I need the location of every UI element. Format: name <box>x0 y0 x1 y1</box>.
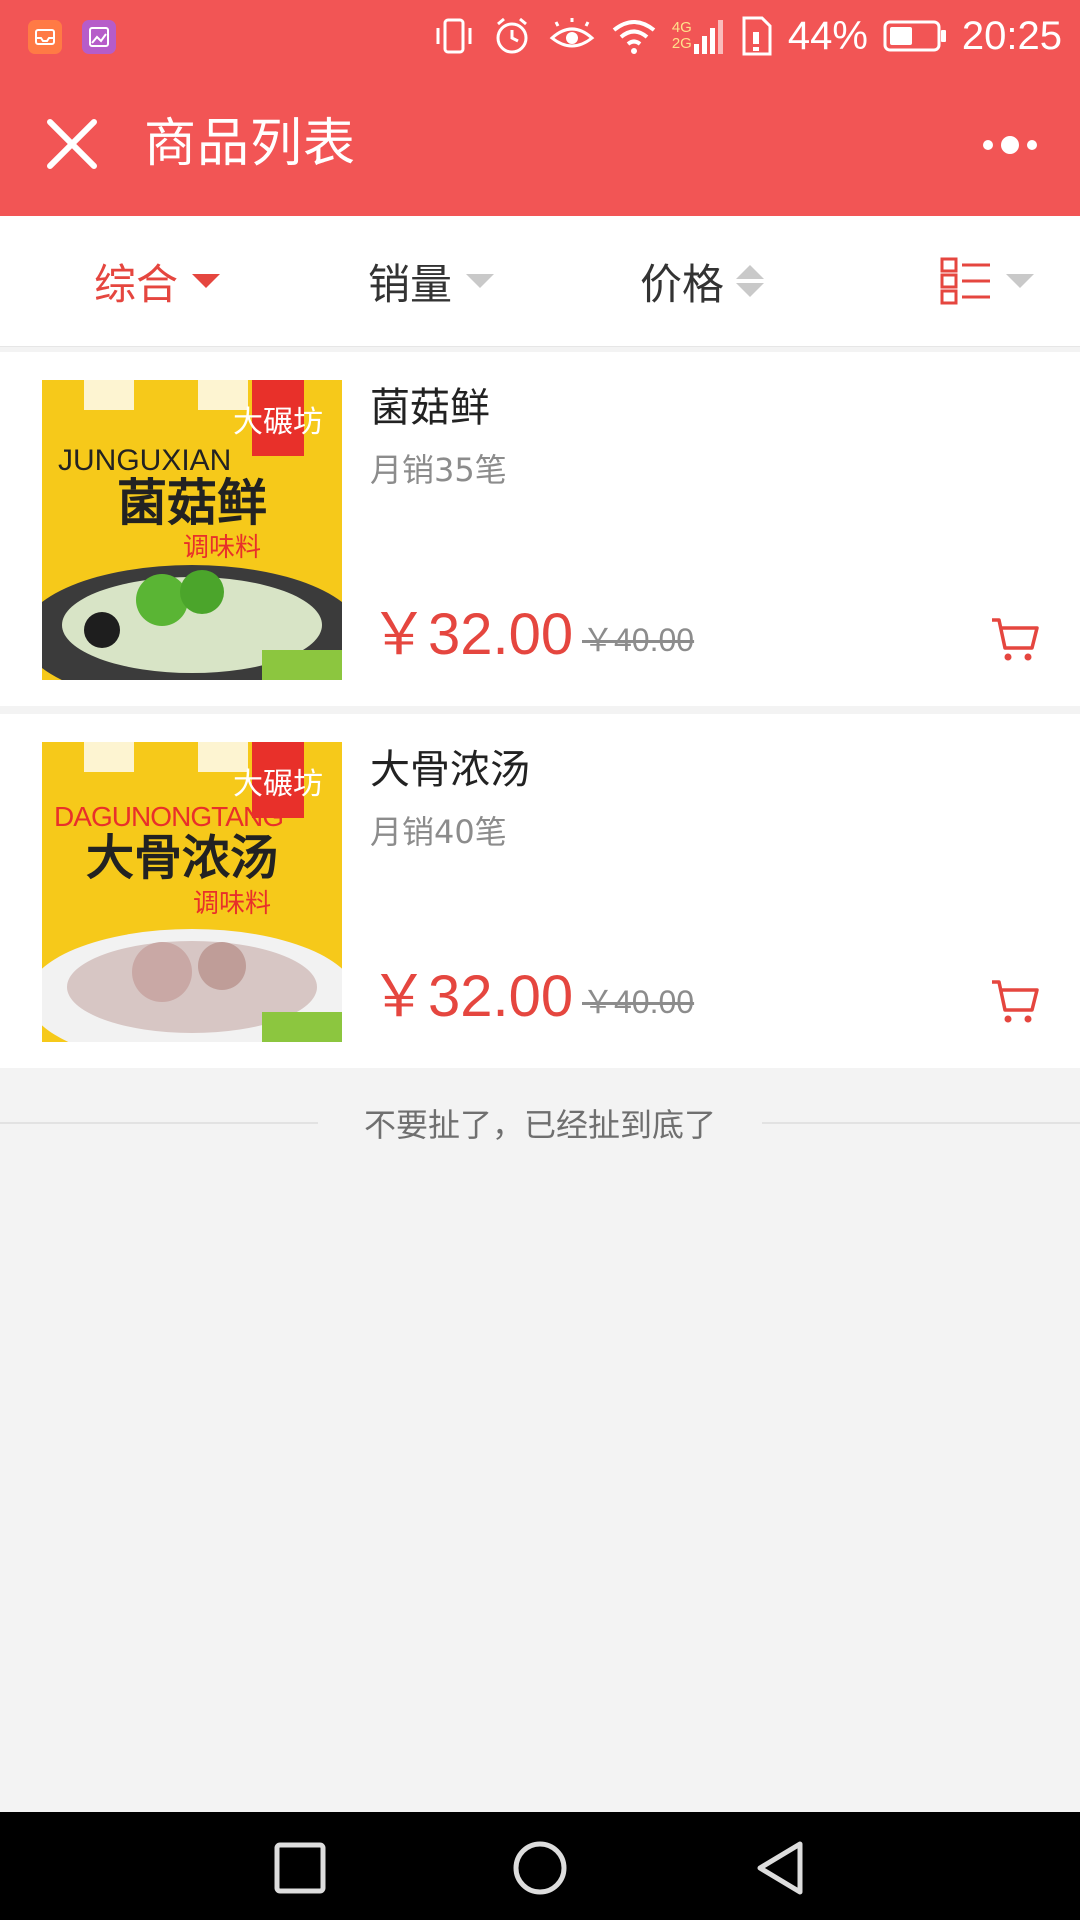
add-to-cart-button[interactable] <box>990 614 1040 664</box>
more-button[interactable] <box>980 130 1040 160</box>
product-name[interactable]: 菌菇鲜 <box>370 380 490 436</box>
network-2g-label: 2G <box>671 35 692 52</box>
list-view-icon <box>940 257 990 305</box>
product-item[interactable]: 大碾坊 DAGUNONGTANG 大骨浓汤 调味料 大骨浓汤 月销40笔 ￥32… <box>0 714 1080 1068</box>
product-price: ￥32.00 <box>370 964 574 1029</box>
home-button[interactable] <box>512 1840 568 1896</box>
product-image-sub: 调味料 <box>193 889 271 919</box>
battery-icon <box>883 20 946 52</box>
divider <box>762 1122 1080 1124</box>
wifi-icon <box>612 20 656 54</box>
product-monthly-sales: 月销35笔 <box>370 451 507 489</box>
add-to-cart-button[interactable] <box>990 976 1040 1026</box>
filter-comprehensive-label: 综合 <box>94 259 179 309</box>
caret-down-icon <box>466 274 495 288</box>
divider <box>0 1122 318 1124</box>
filter-comprehensive[interactable]: 综合 <box>94 216 221 346</box>
page-title: 商品列表 <box>144 114 357 174</box>
back-button[interactable] <box>752 1840 808 1896</box>
product-image[interactable]: 大碾坊 JUNGUXIAN 菌菇鲜 调味料 <box>42 380 342 680</box>
recent-apps-button[interactable] <box>272 1840 328 1896</box>
more-dots-icon <box>983 136 1037 154</box>
triangle-back-icon <box>757 1841 803 1895</box>
sort-icon <box>736 265 765 297</box>
square-icon <box>274 1842 326 1894</box>
list-end-text: 不要扯了，已经扯到底了 <box>364 1106 717 1144</box>
product-original-price: ￥40.00 <box>582 622 695 658</box>
product-monthly-sales: 月销40笔 <box>370 813 507 851</box>
filter-price-label: 价格 <box>640 259 725 309</box>
product-price: ￥32.00 <box>370 602 574 667</box>
circle-icon <box>513 1841 567 1895</box>
list-end-indicator: 不要扯了，已经扯到底了 <box>0 1080 1080 1166</box>
caret-down-icon <box>192 274 221 288</box>
product-list: 大碾坊 JUNGUXIAN 菌菇鲜 调味料 菌菇鲜 月销35笔 ￥32.00 ￥… <box>0 352 1080 1076</box>
filter-price[interactable]: 价格 <box>640 216 765 346</box>
product-image[interactable]: 大碾坊 DAGUNONGTANG 大骨浓汤 调味料 <box>42 742 342 1042</box>
caret-down-icon <box>1006 274 1034 288</box>
product-image-cn: 大骨浓汤 <box>86 830 278 886</box>
product-name[interactable]: 大骨浓汤 <box>370 742 530 798</box>
product-image-en: DAGUNONGTANG <box>54 801 284 832</box>
product-item[interactable]: 大碾坊 JUNGUXIAN 菌菇鲜 调味料 菌菇鲜 月销35笔 ￥32.00 ￥… <box>0 352 1080 706</box>
clock: 20:25 <box>961 13 1062 58</box>
close-button[interactable] <box>44 116 100 172</box>
network-type: 4G 2G <box>672 14 724 58</box>
cart-icon <box>992 618 1039 661</box>
status-bar: 4G 2G 44% 20:25 <box>0 0 1080 72</box>
title-bar: 商品列表 <box>0 72 1080 216</box>
product-image-sub: 调味料 <box>183 533 261 563</box>
network-4g-label: 4G <box>671 19 692 36</box>
alarm-icon <box>496 17 528 54</box>
filter-bar: 综合 销量 价格 <box>0 216 1080 347</box>
product-image-cn: 菌菇鲜 <box>117 474 267 532</box>
layout-toggle[interactable] <box>940 216 1034 346</box>
notification-app-icon <box>28 20 62 54</box>
close-icon <box>47 119 97 169</box>
signal-icon <box>693 20 723 54</box>
filter-sales-label: 销量 <box>368 259 453 309</box>
vibrate-icon <box>436 18 472 54</box>
battery-percentage: 44% <box>787 13 868 58</box>
gallery-app-icon <box>82 20 116 54</box>
product-original-price: ￥40.00 <box>582 984 695 1020</box>
eye-comfort-icon <box>549 18 595 48</box>
product-image-en: JUNGUXIAN <box>58 444 231 477</box>
product-image-brand: 大碾坊 <box>233 767 323 802</box>
filter-sales[interactable]: 销量 <box>368 216 495 346</box>
sim-icon <box>742 16 772 56</box>
system-navigation-bar <box>0 1812 1080 1920</box>
product-image-brand: 大碾坊 <box>233 405 323 440</box>
cart-icon <box>992 980 1039 1023</box>
